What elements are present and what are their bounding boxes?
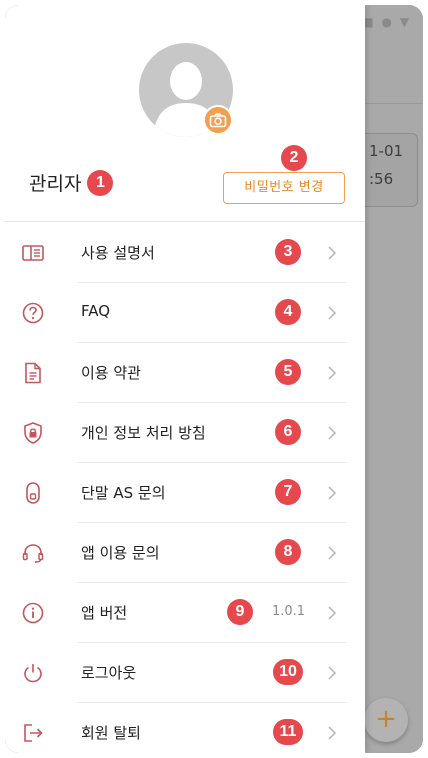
marker-7: 7 — [275, 479, 301, 505]
chevron-right-icon — [328, 426, 337, 440]
admin-row: 관리자 1 — [29, 169, 114, 196]
header-divider — [5, 221, 365, 222]
marker-6: 6 — [275, 419, 301, 445]
menu-item-terms[interactable]: 이용 약관 5 — [5, 343, 365, 403]
device-icon — [26, 482, 40, 504]
chevron-right-icon — [328, 366, 337, 380]
menu-item-label: 사용 설명서 — [81, 244, 155, 262]
info-icon — [22, 602, 44, 624]
marker-2: 2 — [281, 145, 307, 171]
background-card-date: 1-01 — [369, 142, 404, 160]
menu-item-label: 로그아웃 — [81, 664, 137, 682]
drawer-menu: 사용 설명서 3 FAQ 4 이용 약관 5 개인 정보 처리 방침 6 단말 … — [5, 223, 365, 753]
chevron-right-icon — [328, 306, 337, 320]
menu-item-device-as[interactable]: 단말 AS 문의 7 — [5, 463, 365, 523]
menu-item-label: 단말 AS 문의 — [81, 484, 166, 502]
power-icon — [24, 664, 42, 683]
camera-glyph — [209, 113, 227, 128]
menu-item-privacy[interactable]: 개인 정보 처리 방침 6 — [5, 403, 365, 463]
add-fab-button[interactable]: + — [364, 698, 408, 742]
marker-3: 3 — [275, 239, 301, 265]
app-version-value: 1.0.1 — [272, 604, 306, 619]
headset-icon — [22, 544, 44, 563]
menu-item-label: 개인 정보 처리 방침 — [81, 424, 206, 442]
marker-8: 8 — [275, 539, 301, 565]
menu-item-label: 앱 이용 문의 — [81, 544, 160, 562]
navigation-drawer: 관리자 1 2 비밀번호 변경 사용 설명서 3 FAQ 4 이용 약관 5 개… — [5, 5, 365, 753]
menu-item-app-inquiry[interactable]: 앱 이용 문의 8 — [5, 523, 365, 583]
menu-item-logout[interactable]: 로그아웃 10 — [5, 643, 365, 703]
menu-item-app-version[interactable]: 앱 버전 9 1.0.1 — [5, 583, 365, 643]
book-icon — [22, 245, 44, 261]
shield-lock-icon — [24, 422, 42, 444]
chevron-right-icon — [328, 606, 337, 620]
question-icon — [22, 302, 44, 324]
marker-9: 9 — [227, 599, 253, 625]
marker-5: 5 — [275, 359, 301, 385]
admin-name: 관리자 — [29, 173, 82, 195]
menu-item-label: FAQ — [81, 302, 111, 320]
menu-item-label: 앱 버전 — [81, 604, 128, 622]
app-frame: ■ ● ▼ 1-01 :56 + 관리자 1 2 비밀번호 변경 사용 설명서 … — [5, 5, 423, 753]
camera-icon[interactable] — [203, 105, 233, 135]
background-card-time: :56 — [369, 170, 394, 188]
marker-10: 10 — [273, 659, 303, 685]
status-icons: ■ ● ▼ — [362, 15, 411, 29]
change-password-button[interactable]: 비밀번호 변경 — [223, 172, 345, 204]
chevron-right-icon — [328, 666, 337, 680]
chevron-right-icon — [328, 726, 337, 740]
marker-4: 4 — [275, 299, 301, 325]
menu-item-label: 회원 탈퇴 — [81, 724, 141, 742]
menu-item-faq[interactable]: FAQ 4 — [5, 283, 365, 343]
document-icon — [25, 362, 41, 384]
marker-11: 11 — [273, 719, 303, 745]
background-card[interactable]: 1-01 :56 — [358, 133, 418, 207]
chevron-right-icon — [328, 246, 337, 260]
marker-1: 1 — [87, 169, 114, 196]
chevron-right-icon — [328, 546, 337, 560]
profile-avatar-wrap[interactable] — [139, 43, 233, 137]
exit-icon — [24, 724, 43, 742]
background-divider — [365, 103, 423, 104]
menu-item-manual[interactable]: 사용 설명서 3 — [5, 223, 365, 283]
menu-item-withdraw[interactable]: 회원 탈퇴 11 — [5, 703, 365, 753]
chevron-right-icon — [328, 486, 337, 500]
menu-item-label: 이용 약관 — [81, 364, 141, 382]
